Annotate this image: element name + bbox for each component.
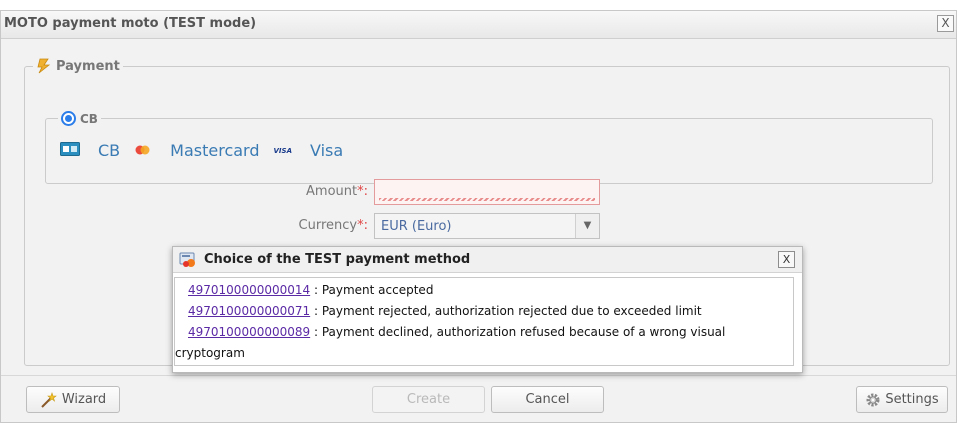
popup-title: Choice of the TEST payment method — [204, 252, 471, 267]
amount-input[interactable] — [374, 179, 600, 205]
brand-label-visa[interactable]: Visa — [310, 141, 343, 160]
brand-label-cb[interactable]: CB — [98, 141, 120, 160]
gear-icon — [866, 393, 880, 406]
wizard-button[interactable]: Wizard — [26, 386, 120, 413]
create-button[interactable]: Create — [372, 386, 485, 413]
window-close-button[interactable]: X — [937, 15, 954, 32]
test-card-link[interactable]: 4970100000000071 — [188, 304, 310, 318]
payment-legend-label: Payment — [56, 58, 120, 74]
bottom-toolbar: Wizard Create Cancel Settings — [1, 375, 956, 424]
popup-titlebar: Choice of the TEST payment method X — [173, 247, 802, 273]
brand-label-mastercard[interactable]: Mastercard — [170, 141, 259, 160]
cb-card-icon[interactable] — [60, 141, 80, 160]
cb-radio[interactable] — [61, 111, 76, 126]
magic-wand-icon — [41, 391, 57, 408]
card-brands: CB Mastercard VISA Visa — [60, 141, 357, 160]
spellcheck-underline — [379, 198, 595, 201]
test-option: 4970100000000089 : Payment declined, aut… — [188, 325, 726, 339]
cb-fieldset: CB CB Mastercard VISA Visa — [45, 111, 933, 184]
cancel-button[interactable]: Cancel — [491, 386, 604, 413]
payment-legend: Payment — [33, 58, 123, 74]
window-titlebar: MOTO payment moto (TEST mode) X — [1, 11, 956, 39]
currency-value: EUR (Euro) — [381, 219, 452, 234]
mastercard-icon[interactable] — [134, 141, 152, 160]
visa-icon[interactable]: VISA — [274, 147, 292, 155]
test-card-link[interactable]: 4970100000000089 — [188, 325, 310, 339]
popup-options: 4970100000000014 : Payment accepted 4970… — [174, 277, 794, 366]
option-continuation: cryptogram — [175, 346, 245, 360]
popup-close-button[interactable]: X — [778, 251, 795, 268]
test-card-link[interactable]: 4970100000000014 — [188, 283, 310, 297]
cb-legend-label: CB — [80, 111, 98, 126]
test-option: 4970100000000071 : Payment rejected, aut… — [188, 304, 702, 318]
chevron-down-icon[interactable]: ▼ — [575, 214, 599, 238]
lightning-icon — [37, 58, 51, 74]
currency-select[interactable]: EUR (Euro) ▼ — [374, 213, 600, 239]
settings-button[interactable]: Settings — [856, 386, 948, 413]
window-title: MOTO payment moto (TEST mode) — [4, 16, 257, 31]
amount-label: Amount*: — [306, 184, 368, 199]
test-option: 4970100000000014 : Payment accepted — [188, 283, 434, 297]
currency-label: Currency*: — [298, 218, 368, 233]
cb-legend: CB — [58, 111, 101, 126]
test-payment-popup: Choice of the TEST payment method X 4970… — [172, 246, 803, 373]
payment-method-icon — [179, 252, 195, 267]
